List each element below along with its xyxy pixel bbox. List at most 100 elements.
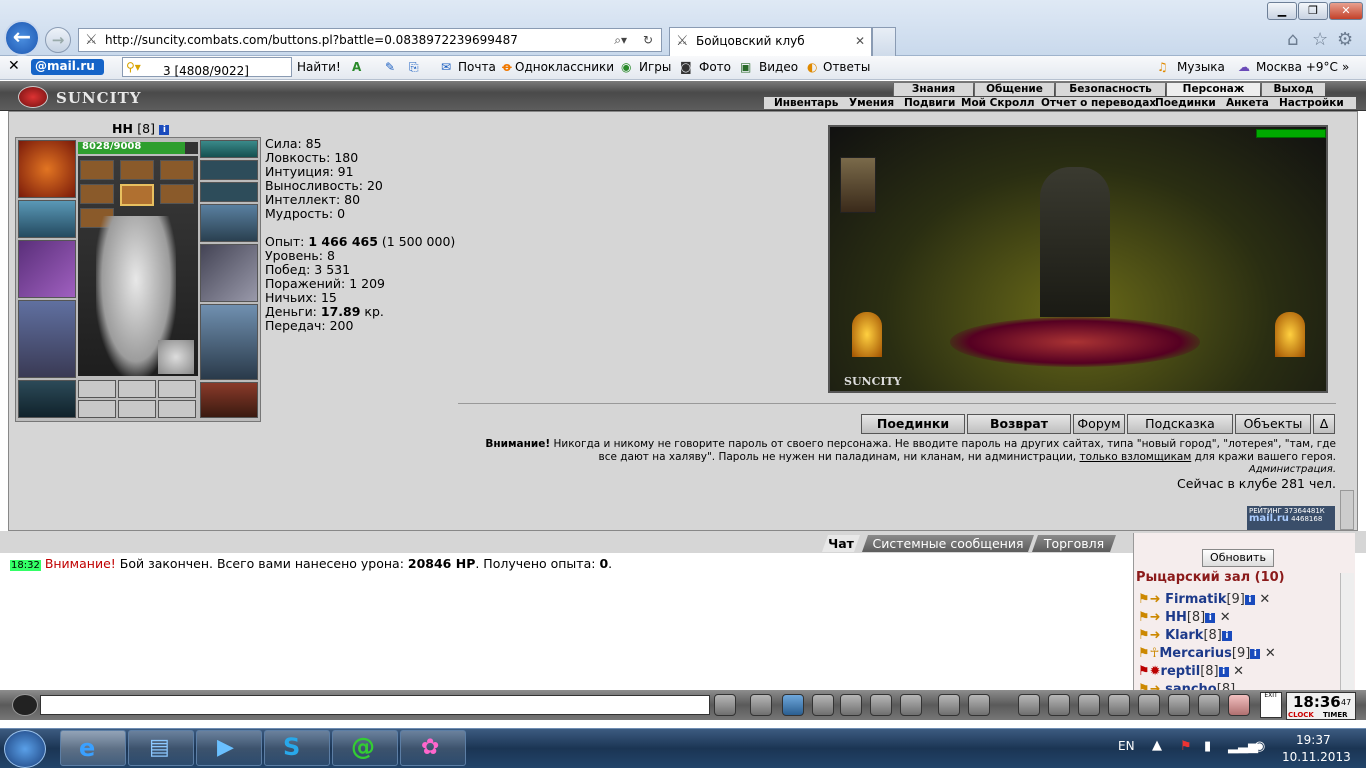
mailru-logo[interactable]: @mail.ru — [31, 59, 104, 75]
home-icon[interactable]: ⌂ — [1287, 29, 1298, 50]
belt-slot[interactable] — [18, 380, 76, 418]
menu-character[interactable]: Персонаж — [1166, 83, 1260, 96]
taskbar-mailagent[interactable]: @ — [332, 730, 398, 766]
tab-trade[interactable]: Торговля — [1032, 535, 1116, 552]
bookmark-music[interactable]: Музыка — [1177, 60, 1225, 74]
return-button[interactable]: Возврат — [967, 414, 1071, 434]
room-scrollbar[interactable] — [1340, 573, 1354, 691]
submenu-battles[interactable]: Поединки — [1155, 97, 1216, 109]
ring-slot-2[interactable] — [120, 160, 154, 180]
helmet-icon[interactable] — [968, 694, 990, 716]
search-field[interactable]: ⚲▾ 3 [4808/9022] — [122, 57, 292, 78]
find-button[interactable]: Найти! — [297, 60, 341, 74]
skull-icon[interactable] — [1138, 694, 1160, 716]
empty-slot-4[interactable] — [78, 400, 116, 418]
close-bar-icon[interactable]: ✕ — [8, 58, 20, 74]
necklace-slot[interactable] — [200, 160, 258, 180]
fight-icon[interactable]: ✕ — [1265, 646, 1276, 661]
player-name[interactable]: Mercarius — [1159, 646, 1232, 661]
objects-button[interactable]: Объекты — [1235, 414, 1311, 434]
private-icon[interactable] — [870, 694, 892, 716]
room-image[interactable]: SUNCITY — [828, 125, 1328, 393]
smile-icon[interactable] — [938, 694, 960, 716]
restore-button[interactable]: ❐ — [1298, 2, 1328, 20]
filter-icon[interactable] — [782, 694, 804, 716]
info-icon[interactable]: i — [1205, 613, 1216, 623]
treasure-icon[interactable] — [1078, 694, 1100, 716]
fight-icon[interactable]: ✕ — [1259, 592, 1270, 607]
player-name[interactable]: НН — [1165, 610, 1187, 625]
hint-button[interactable]: Подсказка — [1127, 414, 1233, 434]
menu-security[interactable]: Безопасность — [1055, 83, 1165, 96]
taskbar-ie[interactable]: e — [60, 730, 126, 766]
favorites-icon[interactable]: ☆ — [1312, 29, 1328, 50]
highlight-icon[interactable]: ✎ — [385, 60, 395, 74]
tab-system-messages[interactable]: Системные сообщения — [862, 535, 1034, 552]
address-bar[interactable]: ⚔ http://suncity.combats.com/buttons.pl?… — [78, 28, 662, 52]
tray-date[interactable]: 10.11.2013 — [1282, 750, 1351, 764]
submenu-settings[interactable]: Настройки — [1279, 97, 1344, 109]
fight-icon[interactable]: ✕ — [1233, 664, 1244, 679]
taskbar-paint[interactable]: ✿ — [400, 730, 466, 766]
taskbar-explorer[interactable]: ▤ — [128, 730, 194, 766]
tray-time[interactable]: 19:37 — [1296, 733, 1331, 747]
submenu-transfers[interactable]: Отчет о переводах — [1041, 97, 1156, 109]
player-name[interactable]: reptil — [1161, 664, 1201, 679]
empty-slot-3[interactable] — [158, 380, 196, 398]
submenu-feats[interactable]: Подвиги — [904, 97, 955, 109]
sword-slot[interactable] — [200, 244, 258, 302]
legs-slot[interactable] — [200, 304, 258, 380]
start-button[interactable] — [4, 730, 46, 768]
fight-icon[interactable]: ✕ — [1220, 610, 1231, 625]
helmet-slot[interactable] — [18, 140, 76, 198]
flag-icon[interactable]: ⚑ — [1180, 739, 1192, 754]
info-icon[interactable]: i — [1218, 667, 1229, 677]
ring-slot-1[interactable] — [80, 160, 114, 180]
clock-label[interactable]: CLOCK — [1288, 711, 1314, 719]
settings-icon[interactable]: ⚙ — [1337, 29, 1353, 50]
player-name[interactable]: Firmatik — [1165, 592, 1226, 607]
delta-button[interactable]: Δ — [1313, 414, 1335, 434]
send-icon[interactable] — [714, 694, 736, 716]
scroll-icon[interactable] — [1108, 694, 1130, 716]
empty-slot-1[interactable] — [78, 380, 116, 398]
forward-button[interactable]: → — [45, 27, 71, 53]
bookmark-answers[interactable]: Ответы — [823, 60, 870, 74]
speed-icon[interactable] — [900, 694, 922, 716]
language-indicator[interactable]: EN — [1118, 739, 1135, 753]
lock-icon[interactable] — [1198, 694, 1220, 716]
info-icon[interactable]: i — [1244, 595, 1255, 605]
weapon-slot[interactable] — [18, 240, 76, 298]
player-row[interactable]: ⚑➜ Klark[8] i — [1138, 628, 1232, 643]
player-row[interactable]: ⚑➜ НН[8] i ✕ — [1138, 610, 1231, 625]
room-sign[interactable] — [840, 157, 876, 213]
info-icon[interactable]: i — [159, 125, 170, 135]
fighter-icon[interactable] — [840, 694, 862, 716]
submenu-skills[interactable]: Умения — [849, 97, 894, 109]
minimize-button[interactable]: ▁ — [1267, 2, 1297, 20]
pet-image[interactable] — [158, 340, 194, 374]
boots-slot[interactable] — [200, 382, 258, 418]
timer-label[interactable]: TIMER — [1323, 711, 1348, 719]
earring-slot[interactable] — [200, 140, 258, 158]
chat-input[interactable] — [40, 695, 710, 715]
tab-active[interactable]: ⚔ Бойцовский клуб ✕ — [669, 27, 872, 56]
battles-button[interactable]: Поединки — [861, 414, 965, 434]
gloves-slot[interactable] — [200, 204, 258, 242]
empty-slot-6[interactable] — [158, 400, 196, 418]
amulet-slot[interactable] — [120, 184, 154, 206]
ring-slot-3[interactable] — [160, 160, 194, 180]
refresh-button[interactable]: Обновить — [1202, 549, 1274, 567]
bookmark-video[interactable]: Видео — [759, 60, 798, 74]
player-row[interactable]: ⚑✹reptil[8] i ✕ — [1138, 664, 1244, 679]
save-icon[interactable] — [812, 694, 834, 716]
menu-communication[interactable]: Общение — [974, 83, 1054, 96]
menu-exit[interactable]: Выход — [1261, 83, 1325, 96]
empty-slot-2[interactable] — [118, 380, 156, 398]
armor-slot[interactable] — [18, 300, 76, 378]
weather-text[interactable]: Москва +9°C — [1256, 60, 1338, 74]
pet-icon[interactable] — [1228, 694, 1250, 716]
close-tab-icon[interactable]: ✕ — [855, 28, 865, 55]
player-row[interactable]: ⚑➜ Firmatik[9] i ✕ — [1138, 592, 1270, 607]
info-icon[interactable]: i — [1250, 649, 1261, 659]
